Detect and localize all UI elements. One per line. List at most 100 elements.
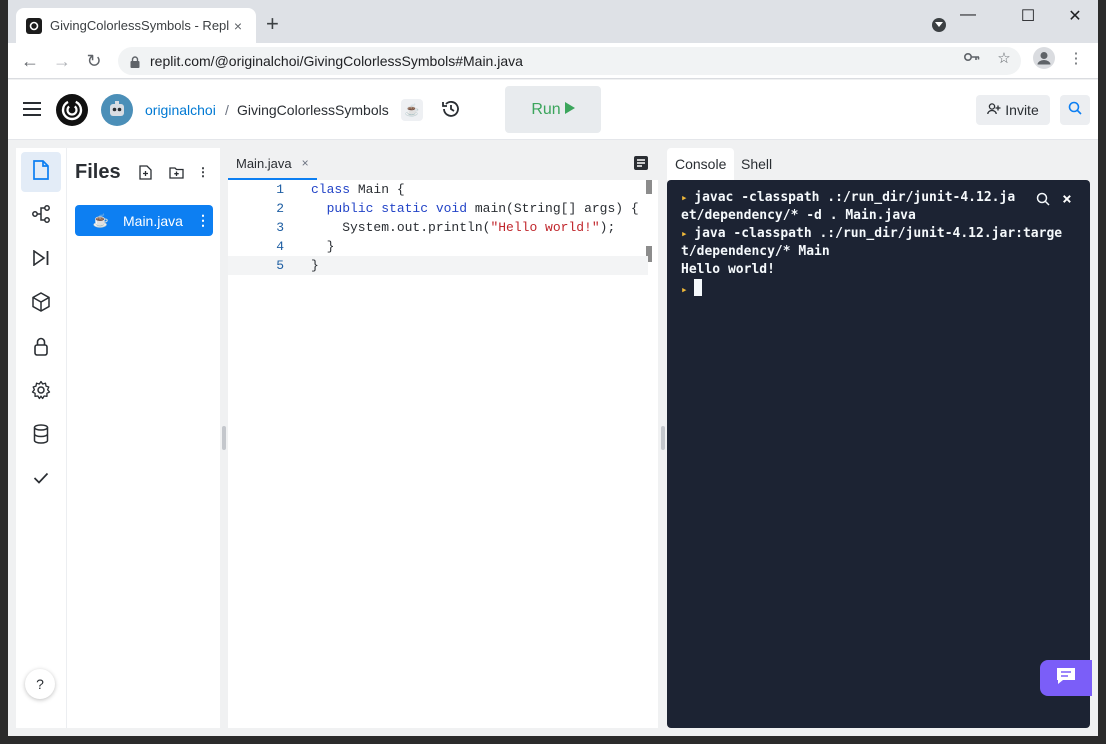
- chat-button[interactable]: [1040, 660, 1092, 696]
- code-line[interactable]: 1 class Main {: [228, 180, 648, 199]
- close-tab-icon[interactable]: ×: [230, 18, 246, 34]
- tab-search-icon[interactable]: [932, 18, 946, 32]
- console-line: Hello world!: [681, 261, 775, 279]
- maximize-button[interactable]: ☐: [1016, 6, 1040, 26]
- prompt-chevron-icon: ▸: [681, 191, 695, 204]
- replit-header: originalchoi / GivingColorlessSymbols ☕ …: [8, 80, 1098, 140]
- console-output[interactable]: × ▸ javac -classpath .:/run_dir/junit-4.…: [667, 180, 1090, 728]
- console-line-text: java -classpath .:/run_dir/junit-4.12.ja…: [694, 226, 1063, 241]
- profile-icon[interactable]: [1033, 47, 1055, 73]
- invite-button-label: Invite: [1005, 102, 1039, 118]
- key-icon[interactable]: [961, 49, 983, 66]
- close-window-button[interactable]: ✕: [1063, 6, 1087, 26]
- editor-tab-bar: Main.java ×: [228, 148, 658, 180]
- code-text: public static void main(String[] args) {: [326, 201, 639, 216]
- replit-favicon-icon: [26, 17, 42, 34]
- code-line[interactable]: 4 }: [228, 237, 648, 256]
- sidebar-rail: ?: [16, 148, 66, 728]
- files-panel: Files ⋮ ☕ Main.java ⋮: [66, 148, 220, 728]
- forward-arrow-icon[interactable]: →: [52, 51, 72, 71]
- files-menu-icon[interactable]: ⋮: [195, 164, 211, 180]
- run-button-label: Run: [531, 100, 561, 118]
- console-search-icon[interactable]: [1032, 189, 1054, 209]
- code-text: class Main {: [311, 182, 405, 197]
- java-language-icon[interactable]: ☕: [401, 99, 423, 121]
- browser-menu-icon[interactable]: ⋮: [1065, 49, 1087, 67]
- replit-logo-icon[interactable]: [56, 94, 88, 126]
- tab-console[interactable]: Console: [667, 148, 735, 180]
- editor-console-resize-handle[interactable]: [661, 426, 665, 450]
- browser-tab-title: GivingColorlessSymbols - Replit: [50, 18, 230, 33]
- chat-icon: [1055, 666, 1077, 691]
- address-bar[interactable]: replit.com/@originalchoi/GivingColorless…: [118, 47, 1021, 75]
- code-text: }: [311, 239, 335, 254]
- git-branch-icon: [31, 204, 51, 228]
- new-file-icon[interactable]: [137, 164, 153, 180]
- files-panel-title: Files: [75, 161, 121, 183]
- console-cursor: [694, 279, 703, 296]
- debugger-icon: [32, 248, 50, 271]
- console-close-icon[interactable]: ×: [1056, 187, 1078, 209]
- add-user-icon: [987, 102, 1001, 118]
- java-icon: ☕: [92, 212, 110, 228]
- code-line[interactable]: 3 System.out.println("Hello world!");: [228, 218, 648, 237]
- code-line[interactable]: 2 public static void main(String[] args)…: [228, 199, 648, 218]
- files-editor-resize-handle[interactable]: [222, 426, 226, 450]
- browser-tab[interactable]: GivingColorlessSymbols - Replit ×: [16, 8, 256, 43]
- checkmark-icon: [33, 471, 49, 489]
- breadcrumb-separator: /: [225, 102, 229, 118]
- user-avatar[interactable]: [101, 94, 133, 126]
- sidebar-item-database[interactable]: [21, 416, 61, 456]
- sidebar-item-version-control[interactable]: [21, 196, 61, 236]
- console-line: t/dependency/* Main: [681, 243, 830, 261]
- console-tab-bar: Console Shell: [667, 148, 1090, 180]
- console-line: ▸ javac -classpath .:/run_dir/junit-4.12…: [681, 189, 1015, 207]
- reload-icon[interactable]: ↻: [84, 51, 104, 71]
- code-editor[interactable]: 1 class Main {2 public static void main(S…: [228, 180, 658, 728]
- sidebar-item-secrets[interactable]: [21, 328, 61, 368]
- help-button[interactable]: ?: [25, 669, 55, 699]
- file-item-menu-icon[interactable]: ⋮: [193, 212, 213, 229]
- run-button[interactable]: Run: [505, 86, 601, 133]
- search-icon: [1068, 101, 1082, 120]
- close-editor-tab-icon[interactable]: ×: [302, 156, 309, 170]
- console-line-text: t/dependency/* Main: [681, 244, 830, 259]
- invite-button[interactable]: Invite: [976, 95, 1050, 125]
- play-icon: [564, 101, 575, 119]
- breadcrumb-username-link[interactable]: originalchoi: [145, 102, 216, 118]
- console-line: et/dependency/* -d . Main.java: [681, 207, 916, 225]
- tab-main-java[interactable]: Main.java ×: [228, 148, 317, 180]
- code-line[interactable]: 5}: [228, 256, 648, 275]
- new-tab-button[interactable]: +: [266, 12, 279, 36]
- search-button[interactable]: [1060, 95, 1090, 125]
- line-number: 4: [276, 239, 284, 254]
- editor-menu-icon[interactable]: [634, 156, 648, 170]
- browser-window: GivingColorlessSymbols - Replit × + — ☐ …: [8, 0, 1098, 736]
- breadcrumb-repl-name[interactable]: GivingColorlessSymbols: [237, 102, 389, 118]
- console-line: ▸: [681, 279, 703, 299]
- sidebar-item-debugger[interactable]: [21, 240, 61, 280]
- console-line-text: Hello world!: [681, 262, 775, 277]
- history-icon[interactable]: [440, 98, 462, 120]
- line-number: 3: [276, 220, 284, 235]
- tab-shell[interactable]: Shell: [733, 148, 780, 180]
- minimize-button[interactable]: —: [956, 6, 980, 24]
- sidebar-item-packages[interactable]: [21, 284, 61, 324]
- console-line-text: et/dependency/* -d . Main.java: [681, 208, 916, 223]
- back-arrow-icon[interactable]: ←: [20, 51, 40, 71]
- code-text: }: [311, 258, 319, 273]
- sidebar-item-unit-tests[interactable]: [21, 460, 61, 500]
- lock-icon: [130, 55, 140, 68]
- console-line-text: javac -classpath .:/run_dir/junit-4.12.j…: [694, 190, 1016, 205]
- code-text: System.out.println("Hello world!");: [311, 220, 616, 235]
- hamburger-menu-icon[interactable]: [23, 102, 41, 116]
- package-cube-icon: [32, 291, 50, 317]
- sidebar-item-files[interactable]: [21, 152, 61, 192]
- line-number: 2: [276, 201, 284, 216]
- new-folder-icon[interactable]: [168, 164, 184, 180]
- browser-tab-strip: GivingColorlessSymbols - Replit × + — ☐ …: [8, 0, 1098, 43]
- bookmark-star-icon[interactable]: ☆: [993, 49, 1015, 67]
- database-icon: [33, 423, 49, 449]
- file-item-main-java[interactable]: ☕ Main.java ⋮: [75, 205, 213, 236]
- sidebar-item-settings[interactable]: [21, 372, 61, 412]
